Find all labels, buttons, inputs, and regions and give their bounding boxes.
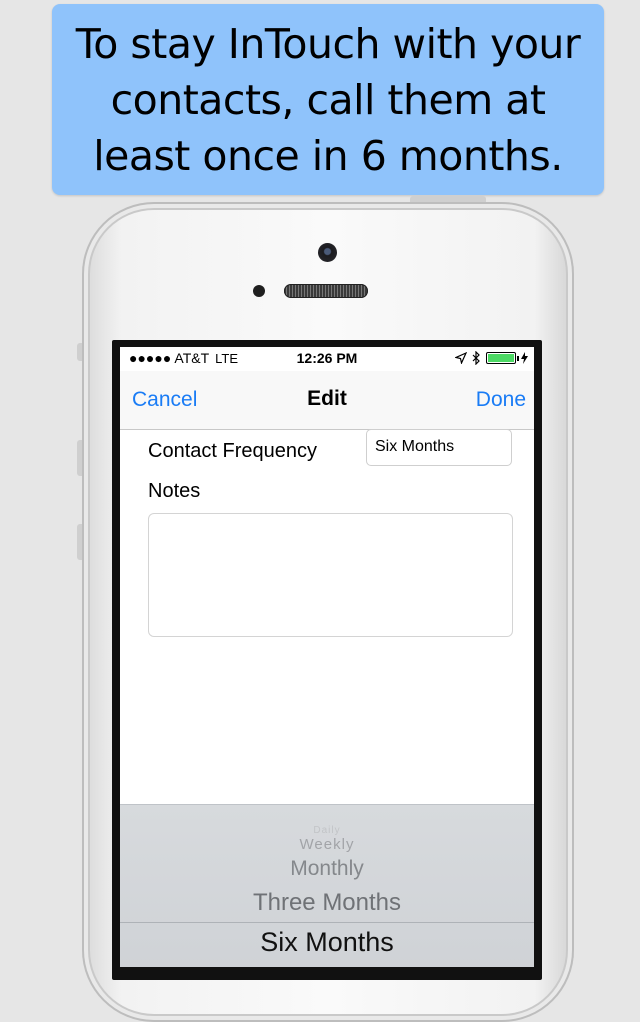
picker-option-monthly[interactable]: Monthly: [120, 857, 534, 881]
status-bar: ●●●●● AT&T LTE 12:26 PM: [120, 347, 534, 371]
picker-option-weekly[interactable]: Weekly: [120, 836, 534, 853]
promo-banner: To stay InTouch with your contacts, call…: [52, 4, 604, 195]
battery-icon: [486, 352, 519, 364]
status-icons: [455, 351, 528, 365]
picker-option-daily[interactable]: Daily: [120, 825, 534, 836]
done-button[interactable]: Done: [476, 388, 526, 412]
notes-textarea[interactable]: [148, 513, 513, 637]
bluetooth-icon: [472, 351, 480, 365]
picker-selection-line: [120, 922, 534, 923]
picker-option-three-months[interactable]: Three Months: [120, 889, 534, 917]
contact-frequency-field[interactable]: Six Months: [366, 429, 512, 466]
frequency-picker[interactable]: Daily Weekly Monthly Three Months Six Mo…: [120, 804, 534, 967]
location-arrow-icon: [455, 352, 467, 364]
phone-screen: ●●●●● AT&T LTE 12:26 PM Cancel Edit Done …: [120, 347, 534, 967]
proximity-sensor: [253, 285, 265, 297]
notes-label: Notes: [148, 480, 201, 502]
contact-frequency-label: Contact Frequency: [148, 440, 317, 462]
picker-option-six-months[interactable]: Six Months: [120, 927, 534, 958]
page-title: Edit: [307, 387, 347, 410]
promo-text: To stay InTouch with your contacts, call…: [75, 19, 581, 180]
charging-bolt-icon: [521, 352, 528, 364]
navigation-bar: Cancel Edit Done: [120, 371, 534, 430]
earpiece-speaker: [284, 284, 368, 298]
front-camera: [318, 243, 337, 262]
